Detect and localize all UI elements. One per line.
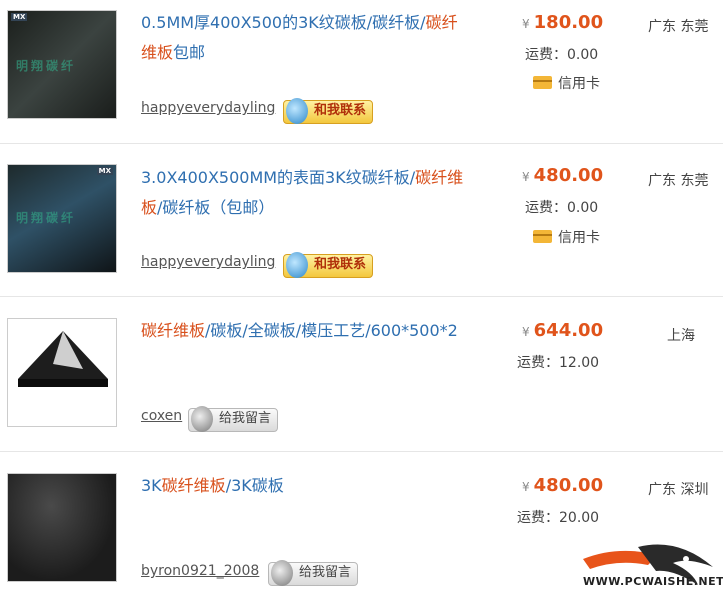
product-title-link[interactable]: 碳纤维板/碳板/全碳板/模压工艺/600*500*2 bbox=[141, 316, 471, 346]
seller-name-link[interactable]: happyeverydayling bbox=[141, 254, 275, 270]
product-title-link[interactable]: 3K碳纤维板/3K碳板 bbox=[141, 471, 471, 501]
leave-message-button[interactable]: 给我留言 bbox=[188, 406, 279, 432]
message-icon bbox=[191, 406, 213, 432]
seller-name-link[interactable]: byron0921_2008 bbox=[141, 563, 259, 579]
credit-card-badge: 信用卡 bbox=[533, 73, 600, 93]
qq-chat-icon bbox=[286, 98, 308, 124]
seller-location: 广东 深圳 bbox=[648, 482, 709, 498]
thumbnail-brand-tag: MX bbox=[96, 167, 113, 175]
listing-row: 碳纤维板/碳板/全碳板/模压工艺/600*500*2 coxen 给我留言 ¥6… bbox=[0, 296, 723, 452]
contact-seller-button[interactable]: 和我联系 bbox=[283, 98, 374, 124]
seller-name-link[interactable]: coxen bbox=[141, 408, 182, 424]
product-thumbnail[interactable] bbox=[7, 473, 117, 582]
contact-seller-button[interactable]: 和我联系 bbox=[283, 252, 374, 278]
site-watermark-logo bbox=[583, 544, 713, 585]
product-thumbnail[interactable]: MX 明翔碳纤 bbox=[7, 164, 117, 273]
product-title-link[interactable]: 3.0X400X500MM的表面3K纹碳纤板/碳纤维板/碳纤板（包邮） bbox=[141, 163, 471, 223]
shipping-fee: 运费：20.00 bbox=[517, 510, 600, 526]
thumbnail-watermark: 明翔碳纤 bbox=[16, 59, 77, 73]
message-icon bbox=[271, 560, 293, 586]
item-price: ¥180.00 bbox=[522, 12, 604, 33]
seller-name-link[interactable]: happyeverydayling bbox=[141, 100, 275, 116]
carbon-channel-product-image bbox=[18, 331, 108, 387]
shipping-fee: 运费：0.00 bbox=[525, 47, 599, 63]
shipping-fee: 运费：12.00 bbox=[517, 355, 600, 371]
leave-message-button[interactable]: 给我留言 bbox=[268, 560, 359, 586]
listing-row: MX 明翔碳纤 0.5MM厚400X500的3K纹碳板/碳纤板/碳纤维板包邮 h… bbox=[0, 0, 723, 144]
credit-card-badge: 信用卡 bbox=[533, 227, 600, 247]
site-watermark-text: WWW.PCWAISHE.NET bbox=[583, 575, 723, 588]
shipping-fee: 运费：0.00 bbox=[525, 200, 599, 216]
product-thumbnail[interactable]: MX 明翔碳纤 bbox=[7, 10, 117, 119]
seller-location: 广东 东莞 bbox=[648, 19, 709, 35]
product-thumbnail[interactable] bbox=[7, 318, 117, 427]
thumbnail-watermark: 明翔碳纤 bbox=[16, 211, 77, 225]
seller-location: 广东 东莞 bbox=[648, 173, 709, 189]
item-price: ¥480.00 bbox=[522, 475, 604, 496]
credit-card-icon bbox=[533, 76, 552, 89]
listing-row: MX 明翔碳纤 3.0X400X500MM的表面3K纹碳纤板/碳纤维板/碳纤板（… bbox=[0, 143, 723, 297]
seller-location: 上海 bbox=[667, 328, 695, 344]
credit-card-icon bbox=[533, 230, 552, 243]
qq-chat-icon bbox=[286, 252, 308, 278]
item-price: ¥644.00 bbox=[522, 320, 604, 341]
thumbnail-brand-tag: MX bbox=[11, 13, 28, 21]
product-title-link[interactable]: 0.5MM厚400X500的3K纹碳板/碳纤板/碳纤维板包邮 bbox=[141, 8, 471, 68]
item-price: ¥480.00 bbox=[522, 165, 604, 186]
